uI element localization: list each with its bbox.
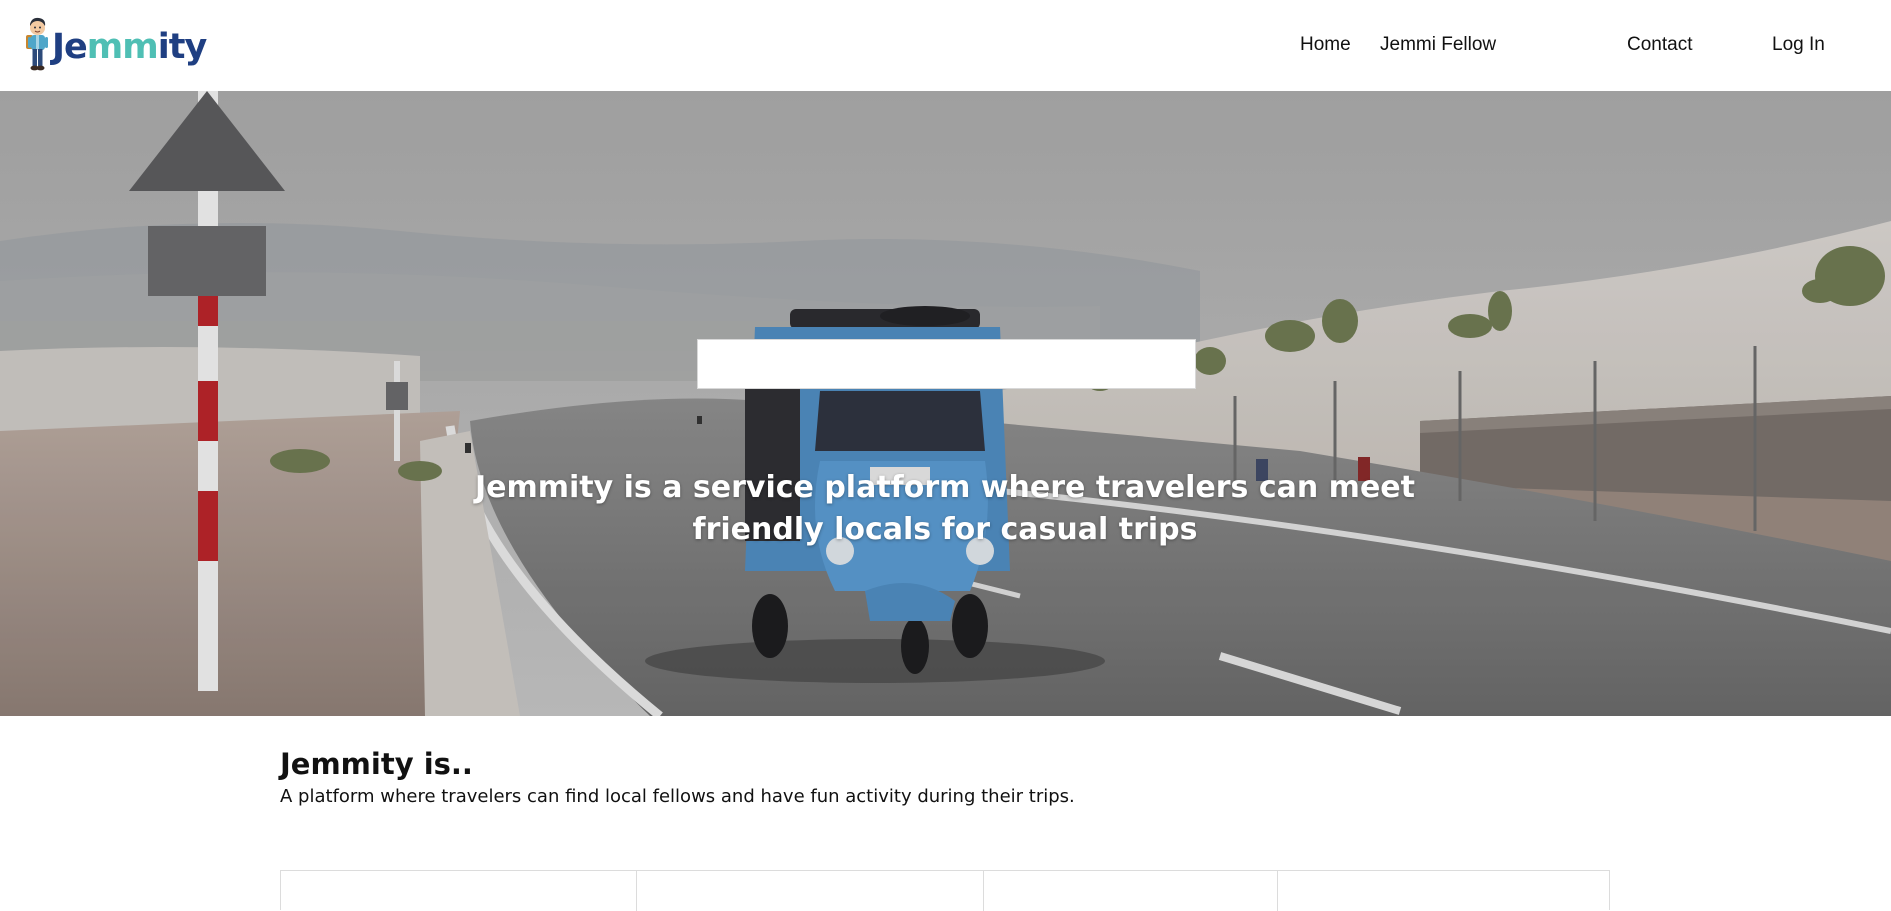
nav-home[interactable]: Home [1300, 34, 1351, 56]
logo-wordmark: Jemmity [52, 26, 208, 67]
hero-tagline-line-1: Jemmity is a service platform where trav… [475, 470, 1415, 505]
site-header: Jemmity Home Jemmi Fellow Contact Log In [0, 0, 1891, 91]
hero-tagline-line-2: friendly locals for casual trips [692, 512, 1198, 547]
search-input[interactable] [697, 339, 1196, 389]
feature-card-1 [281, 871, 636, 911]
hero-banner: Jemmity is a service platform where trav… [0, 91, 1891, 716]
jemmity-logo[interactable]: Jemmity [24, 14, 208, 74]
hero-tagline: Jemmity is a service platform where trav… [445, 467, 1445, 551]
feature-card-2 [636, 871, 983, 911]
logo-text-je: Je [52, 26, 88, 67]
logo-text-ity: ity [157, 26, 208, 67]
nav-contact[interactable]: Contact [1627, 34, 1692, 56]
feature-card-3 [983, 871, 1277, 911]
about-title: Jemmity is.. [280, 747, 473, 781]
logo-text-mm: mm [86, 26, 159, 67]
feature-card-grid [280, 870, 1610, 911]
feature-card-4 [1277, 871, 1609, 911]
traveler-mascot-icon [26, 17, 48, 71]
desert-road-with-blue-tuk-tuk-image [0, 91, 1891, 716]
nav-log-in[interactable]: Log In [1772, 34, 1825, 56]
about-description: A platform where travelers can find loca… [280, 786, 1075, 807]
nav-jemmi-fellow[interactable]: Jemmi Fellow [1380, 34, 1496, 56]
